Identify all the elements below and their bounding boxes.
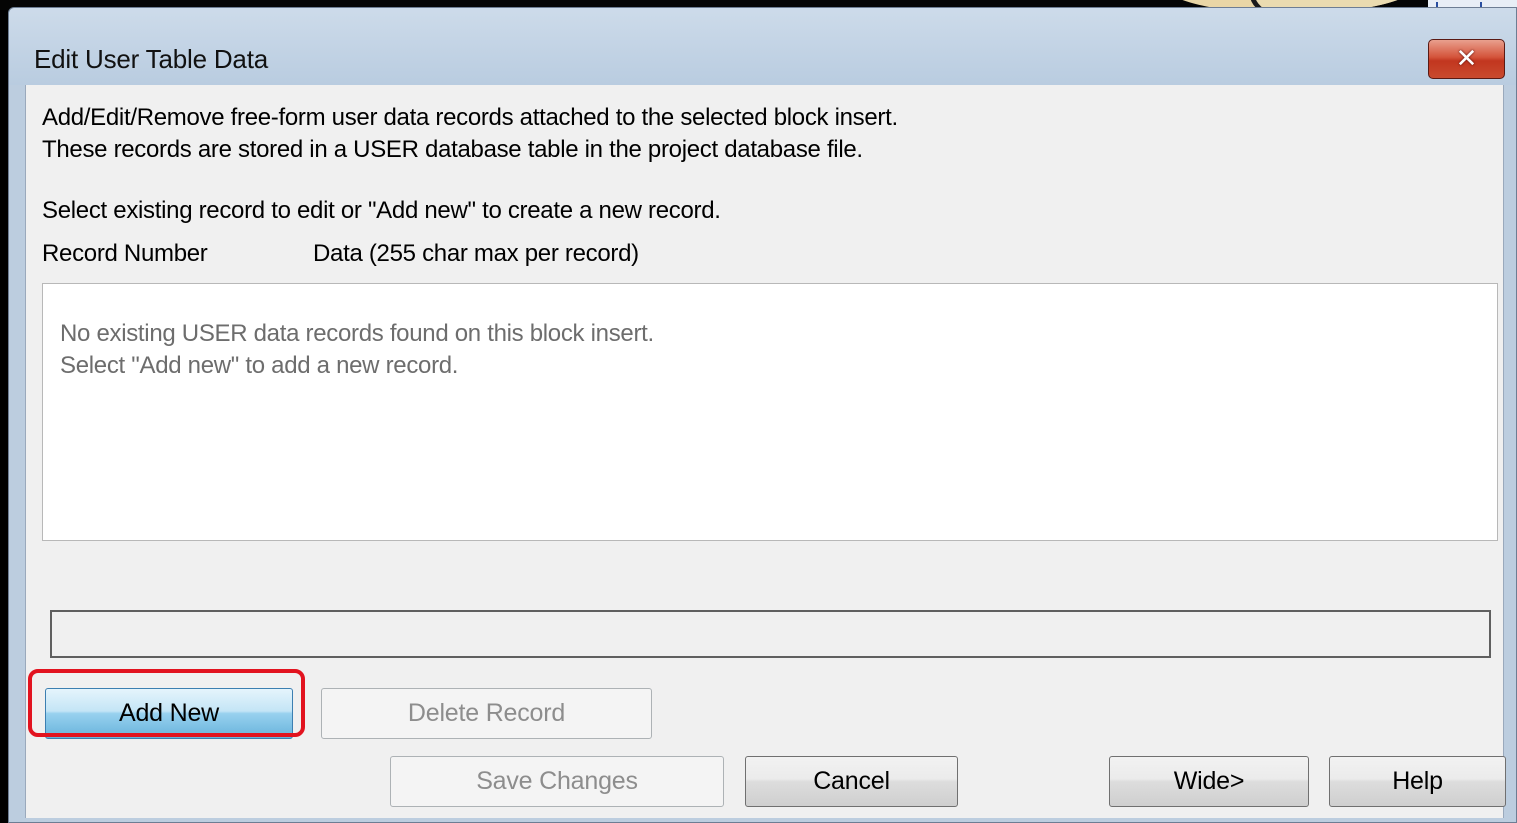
column-header-data: Data (255 char max per record) <box>313 240 639 267</box>
dialog-title: Edit User Table Data <box>34 44 268 74</box>
title-bar[interactable]: Edit User Table Data ✕ <box>9 8 1516 85</box>
empty-message-line-2: Select "Add new" to add a new record. <box>60 352 459 379</box>
wide-button[interactable]: Wide> <box>1109 756 1309 807</box>
instruction-text: Select existing record to edit or "Add n… <box>42 197 721 224</box>
empty-records-message: No existing USER data records found on t… <box>60 318 654 382</box>
description-line-2: These records are stored in a USER datab… <box>42 136 863 163</box>
description-text: Add/Edit/Remove free-form user data reco… <box>42 102 898 166</box>
description-line-1: Add/Edit/Remove free-form user data reco… <box>42 104 898 131</box>
record-data-field[interactable] <box>50 610 1491 658</box>
delete-record-button[interactable]: Delete Record <box>321 688 652 739</box>
close-button[interactable]: ✕ <box>1428 39 1505 79</box>
close-icon: ✕ <box>1455 44 1478 74</box>
add-new-highlight-annotation <box>28 669 305 737</box>
records-list[interactable]: No existing USER data records found on t… <box>42 283 1498 541</box>
save-changes-button[interactable]: Save Changes <box>390 756 724 807</box>
cancel-button[interactable]: Cancel <box>745 756 958 807</box>
column-header-record-number: Record Number <box>42 240 208 267</box>
empty-message-line-1: No existing USER data records found on t… <box>60 320 654 347</box>
help-button[interactable]: Help <box>1329 756 1506 807</box>
